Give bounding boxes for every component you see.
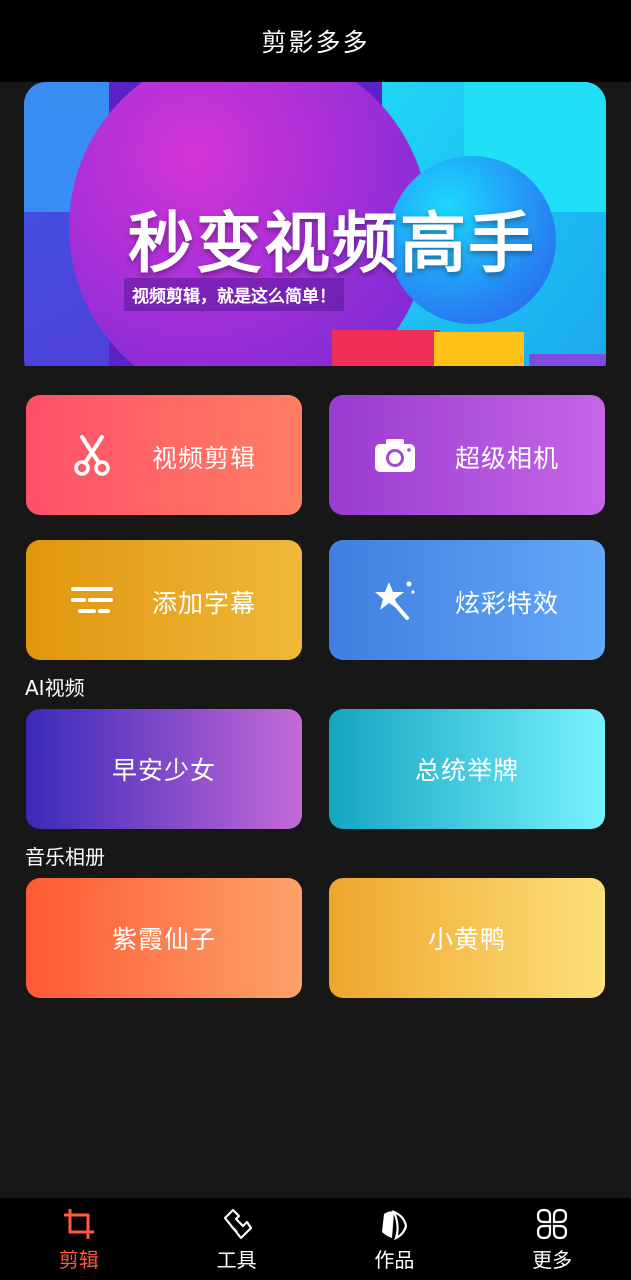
- subtitle-icon: [70, 578, 114, 622]
- banner-subline: 视频剪辑，就是这么简单！: [124, 278, 344, 311]
- yellow-duck-card[interactable]: 小黄鸭: [329, 878, 605, 998]
- tab-tools-label: 工具: [216, 1248, 257, 1272]
- president-sign-card[interactable]: 总统举牌: [329, 709, 605, 829]
- promo-banner[interactable]: 秒变视频高手 视频剪辑，就是这么简单！: [24, 82, 606, 382]
- super-camera-card[interactable]: 超级相机: [329, 395, 605, 515]
- tab-works[interactable]: 作品: [316, 1198, 474, 1280]
- app-title: 剪影多多: [261, 28, 370, 57]
- ai-video-section-title: AI视频: [25, 676, 85, 700]
- add-subtitle-label: 添加字幕: [152, 589, 257, 618]
- video-edit-label: 视频剪辑: [152, 444, 257, 473]
- add-subtitle-card[interactable]: 添加字幕: [26, 540, 302, 660]
- banner-headline: 秒变视频高手: [128, 205, 536, 282]
- tab-more-label: 更多: [532, 1248, 573, 1272]
- video-edit-card[interactable]: 视频剪辑: [26, 395, 302, 515]
- super-camera-label: 超级相机: [455, 444, 560, 473]
- fairy-label: 紫霞仙子: [111, 925, 216, 954]
- morning-girl-label: 早安少女: [111, 756, 216, 785]
- tab-more[interactable]: 更多: [473, 1198, 631, 1280]
- morning-girl-card[interactable]: 早安少女: [26, 709, 302, 829]
- music-album-section-title: 音乐相册: [25, 845, 105, 869]
- fairy-card[interactable]: 紫霞仙子: [26, 878, 302, 998]
- tool-icon: [223, 1208, 252, 1240]
- color-effect-card[interactable]: 炫彩特效: [329, 540, 605, 660]
- camera-icon: [373, 433, 417, 477]
- tab-edit[interactable]: 剪辑: [0, 1198, 158, 1280]
- more-grid-icon: [537, 1208, 568, 1240]
- works-icon: [382, 1209, 408, 1241]
- magic-star-icon: [373, 578, 417, 622]
- tab-works-label: 作品: [374, 1248, 415, 1272]
- top-app-bar: 剪影多多: [0, 0, 631, 82]
- color-effect-label: 炫彩特效: [455, 589, 560, 618]
- president-sign-label: 总统举牌: [414, 756, 519, 785]
- yellow-duck-label: 小黄鸭: [427, 925, 506, 954]
- tab-edit-label: 剪辑: [58, 1248, 99, 1272]
- scissors-icon: [70, 433, 114, 477]
- bottom-tab-bar: 剪辑 工具 作品 更多: [0, 1198, 631, 1280]
- tab-tools[interactable]: 工具: [158, 1198, 316, 1280]
- crop-icon: [63, 1209, 94, 1239]
